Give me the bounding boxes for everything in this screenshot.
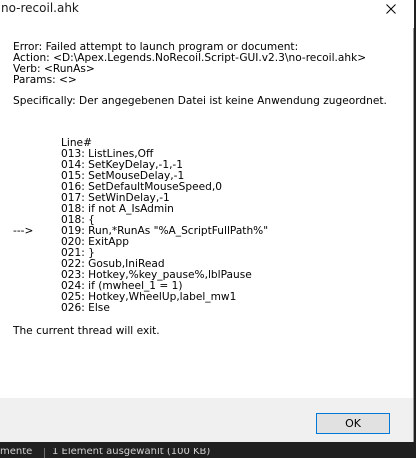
close-icon: [386, 4, 396, 14]
dialog-footer: OK: [0, 398, 413, 442]
explorer-status-bar: mente 1 Element ausgewählt (100 KB): [0, 448, 416, 458]
code-listing: Line# 013: ListLines,Off 014: SetKeyDelay…: [13, 138, 408, 314]
current-line-arrow: --->: [13, 225, 34, 237]
code-line-text: 026: Else: [61, 302, 110, 314]
status-selection-text: 1 Element ausgewählt (100 KB): [52, 448, 211, 457]
status-left-text: mente: [0, 448, 33, 457]
thread-exit-line: The current thread will exit.: [13, 325, 160, 337]
specifically-line: Specifically: Der angegebenen Datei ist …: [13, 95, 387, 107]
message-body: Error: Failed attempt to launch program …: [13, 42, 408, 337]
error-dialog: no-recoil.ahk Error: Failed attempt to l…: [0, 0, 414, 442]
status-separator: [44, 448, 45, 458]
code-line: 026: Else: [13, 303, 408, 314]
ok-button[interactable]: OK: [316, 413, 390, 434]
params-line: Params: <>: [13, 74, 77, 86]
title-bar[interactable]: no-recoil.ahk: [0, 0, 414, 28]
window-title: no-recoil.ahk: [1, 1, 79, 15]
close-button[interactable]: [374, 0, 408, 18]
